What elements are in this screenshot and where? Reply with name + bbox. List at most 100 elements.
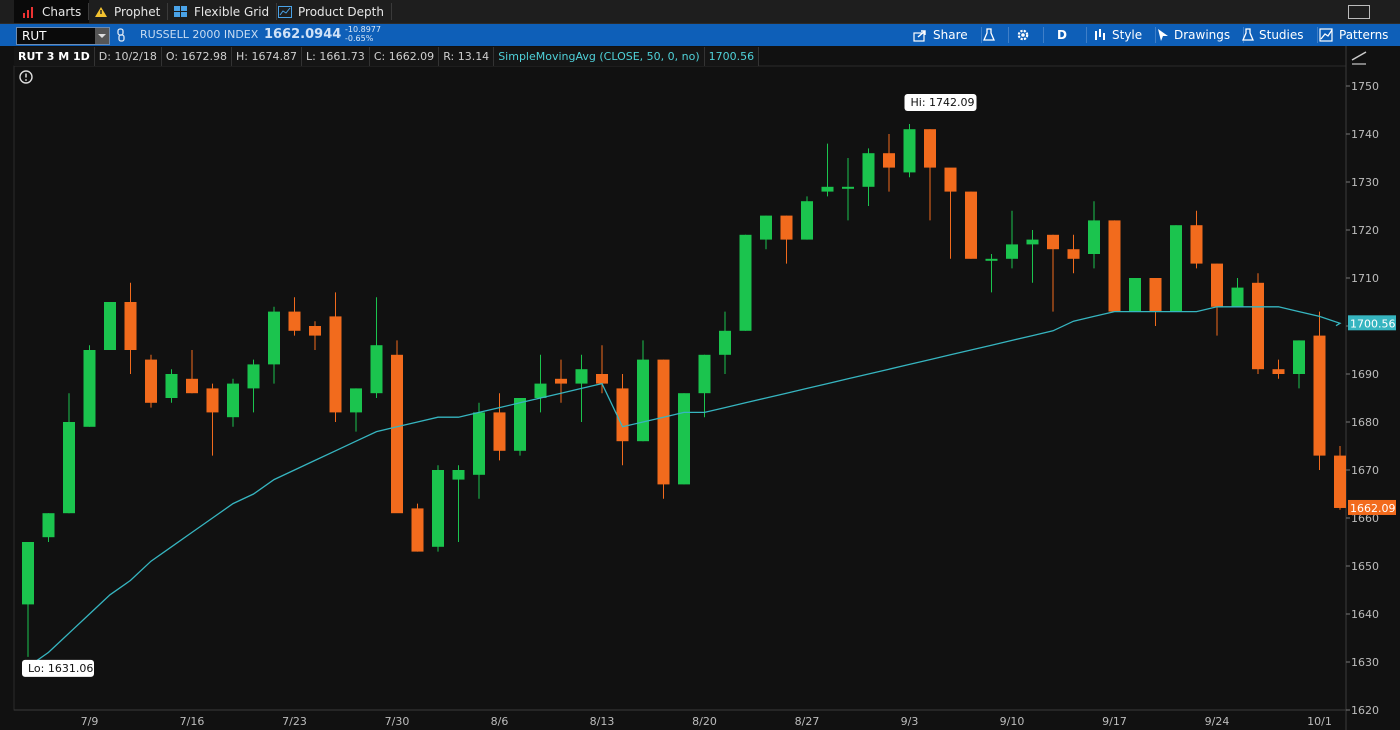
y-tick-label: 1690 [1351, 368, 1379, 381]
tab-label: Charts [42, 4, 82, 19]
candle-body [678, 393, 690, 485]
candle-body [1108, 220, 1121, 312]
drawings-button[interactable]: Drawings [1157, 26, 1245, 44]
y-tick-label: 1740 [1351, 128, 1379, 141]
studies-label: Studies [1259, 28, 1304, 42]
patterns-button[interactable]: Patterns [1319, 26, 1388, 44]
candle-body [22, 542, 34, 605]
candle-body [1272, 369, 1285, 374]
candle-body [309, 326, 321, 336]
x-tick-label: 8/20 [692, 715, 717, 728]
alert-info-icon-dot [25, 79, 27, 81]
x-tick-label: 7/30 [385, 715, 410, 728]
candle-body [63, 422, 75, 514]
style-label: Style [1112, 28, 1143, 42]
tab-charts[interactable]: Charts [14, 0, 90, 23]
tab-product-depth[interactable]: Product Depth [270, 0, 392, 23]
x-tick-label: 7/9 [81, 715, 99, 728]
candle-body [452, 470, 465, 480]
candle-body [145, 359, 157, 403]
grid-icon [174, 5, 187, 17]
x-tick-label: 7/23 [282, 715, 307, 728]
link-icon[interactable] [116, 28, 126, 42]
y-tick-label: 1730 [1351, 176, 1379, 189]
change-percent: -0.65% [345, 34, 374, 43]
axis-scale-icon [1351, 51, 1367, 61]
candle-body [555, 378, 567, 384]
study-name[interactable]: SimpleMovingAvg (CLOSE, 50, 0, no) [494, 47, 705, 66]
flask-icon [1242, 28, 1254, 41]
candle-body [186, 378, 198, 394]
candle-body [883, 153, 895, 168]
candle-body [165, 374, 178, 398]
period-selector[interactable]: D [1057, 26, 1087, 44]
share-button[interactable]: Share [913, 26, 982, 44]
candle-body [350, 388, 362, 413]
candle-body [657, 359, 670, 485]
x-tick-label: 8/27 [795, 715, 820, 728]
period-label: D [1057, 28, 1067, 42]
bar-chart-icon [23, 6, 33, 18]
drawings-label: Drawings [1174, 28, 1231, 42]
symbol-input[interactable]: RUT [22, 29, 46, 43]
candle-body [596, 374, 608, 384]
candle-body [965, 191, 977, 259]
candle-body [1067, 249, 1080, 259]
tab-flexible-grid[interactable]: Flexible Grid [166, 0, 278, 23]
candle-body [698, 354, 711, 394]
patterns-label: Patterns [1339, 28, 1389, 42]
x-tick-label: 10/1 [1307, 715, 1332, 728]
settings-button[interactable] [1016, 26, 1044, 44]
symbol-selector[interactable]: RUT [16, 27, 110, 45]
candle-body [1313, 335, 1326, 456]
candle-body [944, 167, 957, 192]
tab-prophet[interactable]: Prophet [86, 0, 169, 23]
depth-chart-icon [278, 5, 292, 18]
candle-body [514, 398, 526, 451]
chevron-down-icon[interactable] [95, 28, 109, 44]
y-tick-label: 1650 [1351, 560, 1379, 573]
studies-button[interactable]: Studies [1242, 26, 1318, 44]
flask-button[interactable] [983, 26, 1009, 44]
index-name: RUSSELL 2000 INDEX [140, 28, 259, 41]
chart-toolbar: RUT RUSSELL 2000 INDEX 1662.0944 -10.897… [0, 24, 1400, 46]
candle-body [124, 302, 137, 350]
maximize-window-icon[interactable] [1348, 5, 1370, 19]
style-button[interactable]: Style [1093, 26, 1157, 44]
candle-body [473, 412, 485, 475]
candle-body [370, 345, 383, 394]
price-change: -10.8977 -0.65% [345, 25, 381, 43]
share-icon [913, 29, 926, 42]
candle-body [780, 215, 793, 240]
candle-body [206, 388, 219, 413]
candle-body [1293, 340, 1305, 374]
candle-body [760, 215, 772, 240]
y-tick-label: 1680 [1351, 416, 1379, 429]
change-value: -10.8977 [345, 25, 381, 34]
candle-body [1170, 225, 1182, 312]
candle-body [104, 302, 116, 350]
candle-body [411, 508, 424, 552]
chart-info-bar: RUT 3 M 1D D: 10/2/18 O: 1672.98 H: 1674… [14, 47, 760, 66]
candle-body [288, 311, 301, 331]
warning-triangle-icon [95, 6, 107, 17]
plot-area [13, 65, 1347, 711]
candle-body [227, 383, 239, 418]
tab-label: Flexible Grid [194, 4, 270, 19]
candle-body [1047, 234, 1059, 250]
x-tick-label: 9/24 [1205, 715, 1230, 728]
candle-body [1026, 239, 1039, 245]
x-tick-label: 8/13 [590, 715, 615, 728]
share-label: Share [933, 28, 968, 42]
candle-body [616, 388, 629, 442]
candle-body [1149, 278, 1162, 312]
candle-body [1006, 244, 1018, 259]
y-tick-label: 1640 [1351, 608, 1379, 621]
tab-label: Product Depth [298, 4, 384, 19]
x-tick-label: 8/6 [491, 715, 509, 728]
info-high: H: 1674.87 [232, 47, 302, 66]
price-chart[interactable]: 1620163016401650166016701680169017001710… [0, 46, 1400, 730]
cursor-arrow-icon [1158, 29, 1168, 41]
tab-label: Prophet [114, 4, 161, 19]
y-tick-label: 1670 [1351, 464, 1379, 477]
